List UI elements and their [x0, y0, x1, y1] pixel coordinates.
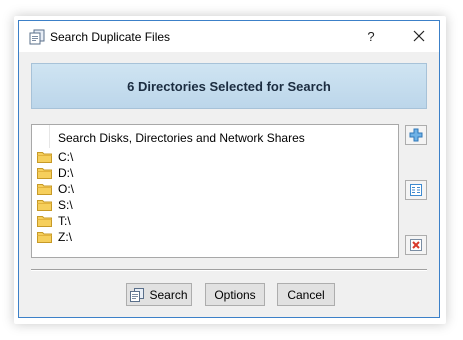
edit-list-icon	[410, 184, 422, 196]
selection-summary-text: 6 Directories Selected for Search	[127, 78, 331, 94]
app-icon	[29, 29, 45, 45]
close-icon	[413, 30, 425, 42]
folder-icon	[37, 184, 52, 195]
edit-directories-button[interactable]	[405, 180, 427, 200]
search-dialog: Search Duplicate Files ? 6 Directories S…	[18, 20, 440, 318]
options-button[interactable]: Options	[205, 283, 265, 306]
directory-list[interactable]: Search Disks, Directories and Network Sh…	[31, 124, 399, 258]
list-item-label: D:\	[58, 166, 74, 180]
list-item-label: T:\	[58, 214, 71, 228]
window-title: Search Duplicate Files	[50, 30, 171, 44]
footer-separator	[31, 269, 427, 271]
list-item-label: S:\	[58, 198, 73, 212]
list-item-label: O:\	[58, 182, 75, 196]
title-bar[interactable]: Search Duplicate Files ?	[19, 21, 439, 52]
list-header-gutter	[32, 125, 50, 148]
list-item[interactable]: Z:\	[32, 229, 398, 245]
folder-icon	[37, 200, 52, 211]
folder-icon	[37, 152, 52, 163]
list-item-label: C:\	[58, 150, 74, 164]
selection-summary-panel: 6 Directories Selected for Search	[31, 63, 427, 109]
search-button-label: Search	[149, 287, 188, 302]
remove-directory-button[interactable]	[405, 235, 427, 255]
list-item[interactable]: S:\	[32, 197, 398, 213]
plus-icon	[409, 128, 423, 142]
column-header-label: Search Disks, Directories and Network Sh…	[58, 131, 305, 145]
list-item[interactable]: D:\	[32, 165, 398, 181]
remove-icon	[410, 239, 422, 251]
close-button[interactable]	[399, 21, 439, 52]
list-item[interactable]: C:\	[32, 149, 398, 165]
folder-icon	[37, 232, 52, 243]
list-item-label: Z:\	[58, 230, 72, 244]
search-icon	[130, 287, 145, 302]
cancel-button[interactable]: Cancel	[277, 283, 335, 306]
search-button[interactable]: Search	[126, 283, 192, 306]
folder-icon	[37, 168, 52, 179]
folder-icon	[37, 216, 52, 227]
help-button[interactable]: ?	[359, 21, 383, 52]
list-column-header[interactable]: Search Disks, Directories and Network Sh…	[32, 125, 398, 148]
list-item[interactable]: O:\	[32, 181, 398, 197]
directory-items: C:\ D:\ O:\ S:\ T:\ Z:\	[32, 149, 398, 245]
add-directory-button[interactable]	[405, 125, 427, 145]
list-item[interactable]: T:\	[32, 213, 398, 229]
